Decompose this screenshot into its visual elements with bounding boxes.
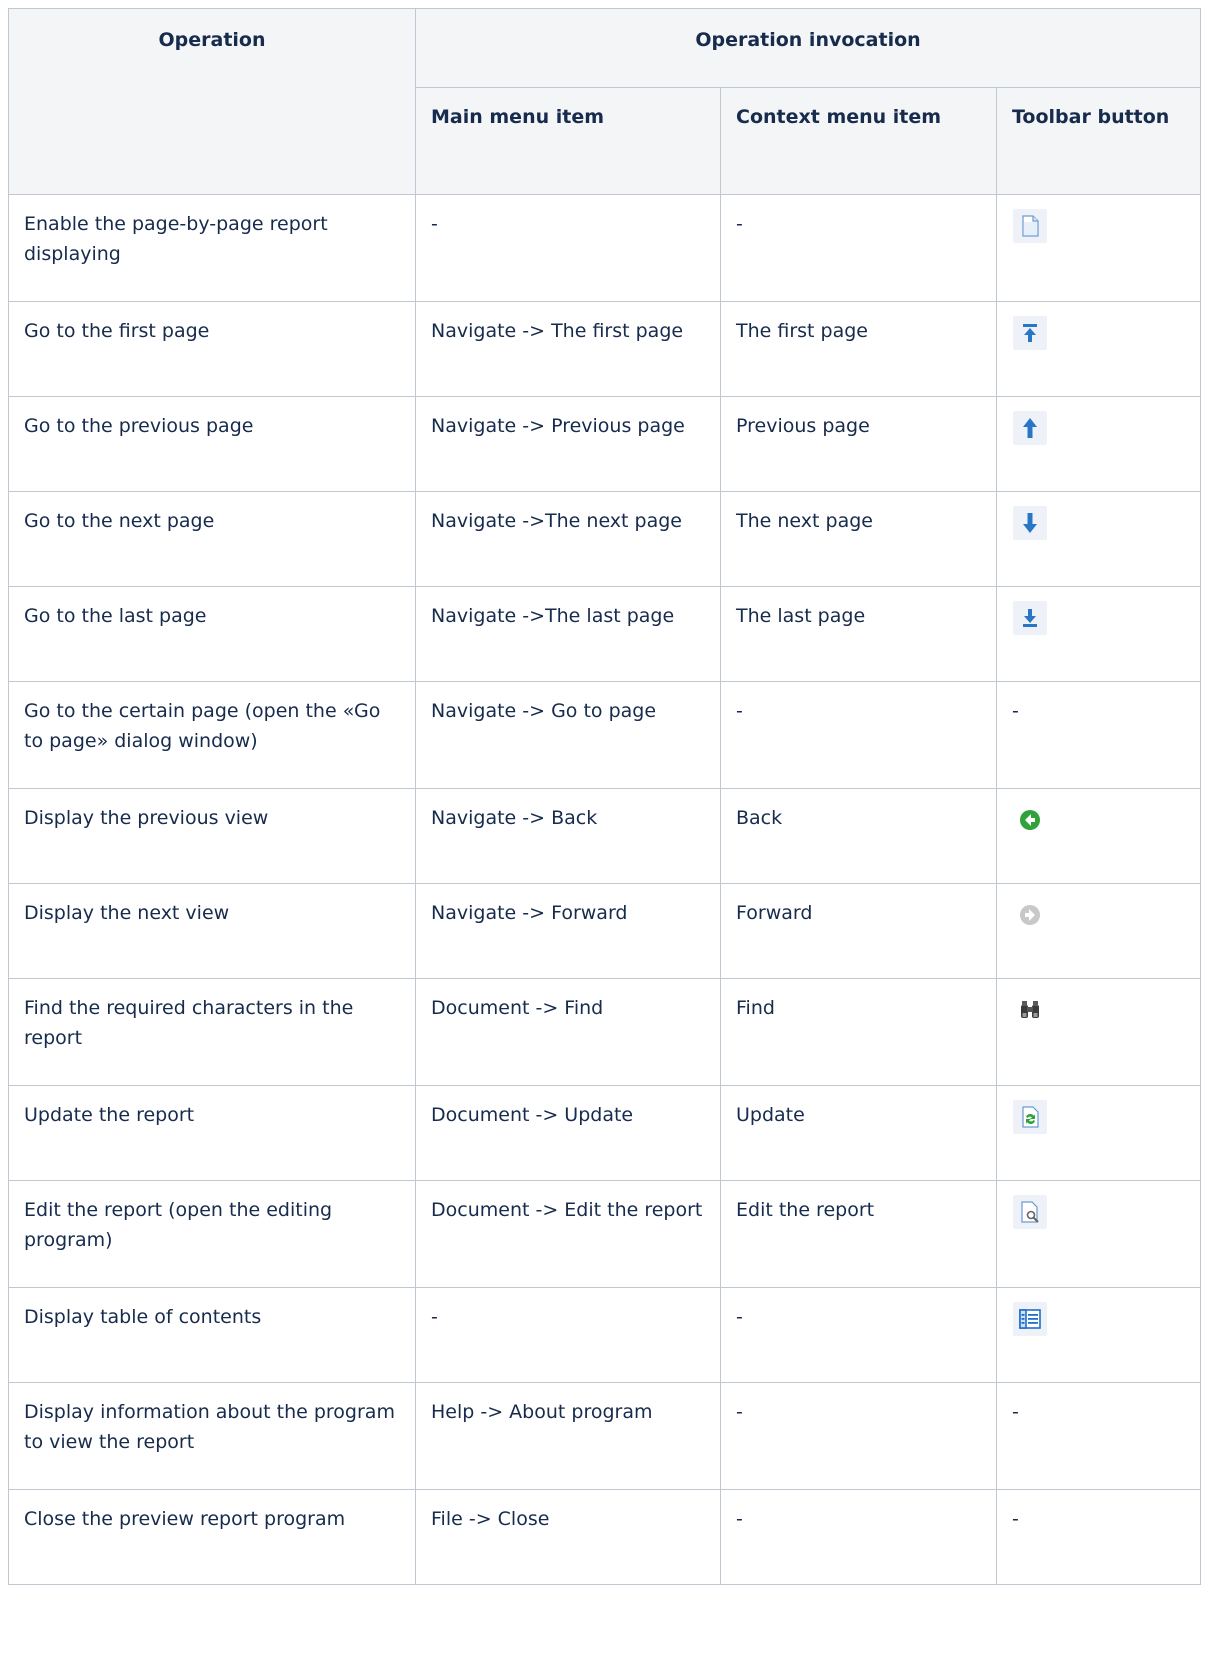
operations-table-container: Operation Operation invocation Main menu… (8, 8, 1208, 1585)
cell-main-menu: - (415, 194, 721, 302)
cell-toolbar (996, 396, 1201, 492)
cell-operation: Edit the report (open the editing progra… (8, 1180, 416, 1288)
cell-main-menu: Navigate -> Forward (415, 883, 721, 979)
cell-operation: Display the next view (8, 883, 416, 979)
table-row: Update the report Document -> Update Upd… (8, 1085, 1201, 1181)
cell-context-menu: Back (720, 788, 997, 884)
table-row: Find the required characters in the repo… (8, 978, 1201, 1086)
cell-context-menu: - (720, 681, 997, 789)
cell-toolbar (996, 1180, 1201, 1288)
table-row: Close the preview report program File ->… (8, 1489, 1201, 1585)
cell-toolbar (996, 1085, 1201, 1181)
binoculars-icon (1013, 993, 1047, 1027)
cell-operation: Display information about the program to… (8, 1382, 416, 1490)
cell-context-menu: The first page (720, 301, 997, 397)
header-operation-invocation: Operation invocation (415, 8, 1201, 88)
forward-icon (1013, 898, 1047, 932)
header-toolbar-button: Toolbar button (996, 87, 1201, 195)
arrow-up-icon (1013, 411, 1047, 445)
cell-main-menu: - (415, 1287, 721, 1383)
cell-context-menu: Edit the report (720, 1180, 997, 1288)
cell-operation: Update the report (8, 1085, 416, 1181)
table-row: Go to the last page Navigate ->The last … (8, 586, 1201, 682)
cell-main-menu: Navigate -> Previous page (415, 396, 721, 492)
cell-context-menu: Previous page (720, 396, 997, 492)
cell-toolbar: - (996, 681, 1201, 789)
cell-toolbar (996, 194, 1201, 302)
cell-context-menu: Update (720, 1085, 997, 1181)
edit-report-icon (1013, 1195, 1047, 1229)
header-main-menu-item: Main menu item (415, 87, 721, 195)
cell-toolbar (996, 491, 1201, 587)
cell-main-menu: Navigate ->The next page (415, 491, 721, 587)
cell-context-menu: The next page (720, 491, 997, 587)
cell-main-menu: Navigate ->The last page (415, 586, 721, 682)
cell-context-menu: Find (720, 978, 997, 1086)
cell-context-menu: Forward (720, 883, 997, 979)
cell-operation: Go to the last page (8, 586, 416, 682)
arrow-down-icon (1013, 506, 1047, 540)
cell-operation: Display the previous view (8, 788, 416, 884)
cell-context-menu: The last page (720, 586, 997, 682)
cell-operation: Go to the next page (8, 491, 416, 587)
cell-toolbar (996, 788, 1201, 884)
cell-main-menu: File -> Close (415, 1489, 721, 1585)
cell-operation: Go to the previous page (8, 396, 416, 492)
page-icon (1013, 209, 1047, 243)
cell-main-menu: Navigate -> Back (415, 788, 721, 884)
cell-main-menu: Document -> Find (415, 978, 721, 1086)
cell-operation: Find the required characters in the repo… (8, 978, 416, 1086)
header-operation: Operation (8, 8, 416, 195)
table-row: Go to the previous page Navigate -> Prev… (8, 396, 1201, 492)
back-icon (1013, 803, 1047, 837)
cell-toolbar (996, 1287, 1201, 1383)
refresh-icon (1013, 1100, 1047, 1134)
table-row: Edit the report (open the editing progra… (8, 1180, 1201, 1288)
cell-operation: Go to the first page (8, 301, 416, 397)
cell-main-menu: Document -> Update (415, 1085, 721, 1181)
cell-toolbar (996, 883, 1201, 979)
cell-operation: Display table of contents (8, 1287, 416, 1383)
table-row: Display information about the program to… (8, 1382, 1201, 1490)
cell-context-menu: - (720, 1489, 997, 1585)
table-row: Go to the next page Navigate ->The next … (8, 491, 1201, 587)
cell-main-menu: Document -> Edit the report (415, 1180, 721, 1288)
table-row: Enable the page-by-page report displayin… (8, 194, 1201, 302)
cell-main-menu: Navigate -> Go to page (415, 681, 721, 789)
cell-operation: Enable the page-by-page report displayin… (8, 194, 416, 302)
cell-context-menu: - (720, 194, 997, 302)
header-context-menu-item: Context menu item (720, 87, 997, 195)
cell-operation: Go to the certain page (open the «Go to … (8, 681, 416, 789)
cell-context-menu: - (720, 1287, 997, 1383)
last-page-icon (1013, 601, 1047, 635)
table-row: Display table of contents - - (8, 1287, 1201, 1383)
operations-table: Operation Operation invocation Main menu… (8, 8, 1201, 1585)
table-row: Go to the first page Navigate -> The fir… (8, 301, 1201, 397)
cell-operation: Close the preview report program (8, 1489, 416, 1585)
table-row: Display the next view Navigate -> Forwar… (8, 883, 1201, 979)
table-row: Display the previous view Navigate -> Ba… (8, 788, 1201, 884)
first-page-icon (1013, 316, 1047, 350)
cell-toolbar (996, 586, 1201, 682)
table-row: Go to the certain page (open the «Go to … (8, 681, 1201, 789)
cell-toolbar (996, 301, 1201, 397)
cell-toolbar: - (996, 1382, 1201, 1490)
cell-toolbar (996, 978, 1201, 1086)
table-of-contents-icon (1013, 1302, 1047, 1336)
cell-toolbar: - (996, 1489, 1201, 1585)
header-row-1: Operation Operation invocation (8, 8, 1201, 195)
cell-main-menu: Navigate -> The first page (415, 301, 721, 397)
cell-main-menu: Help -> About program (415, 1382, 721, 1490)
cell-context-menu: - (720, 1382, 997, 1490)
